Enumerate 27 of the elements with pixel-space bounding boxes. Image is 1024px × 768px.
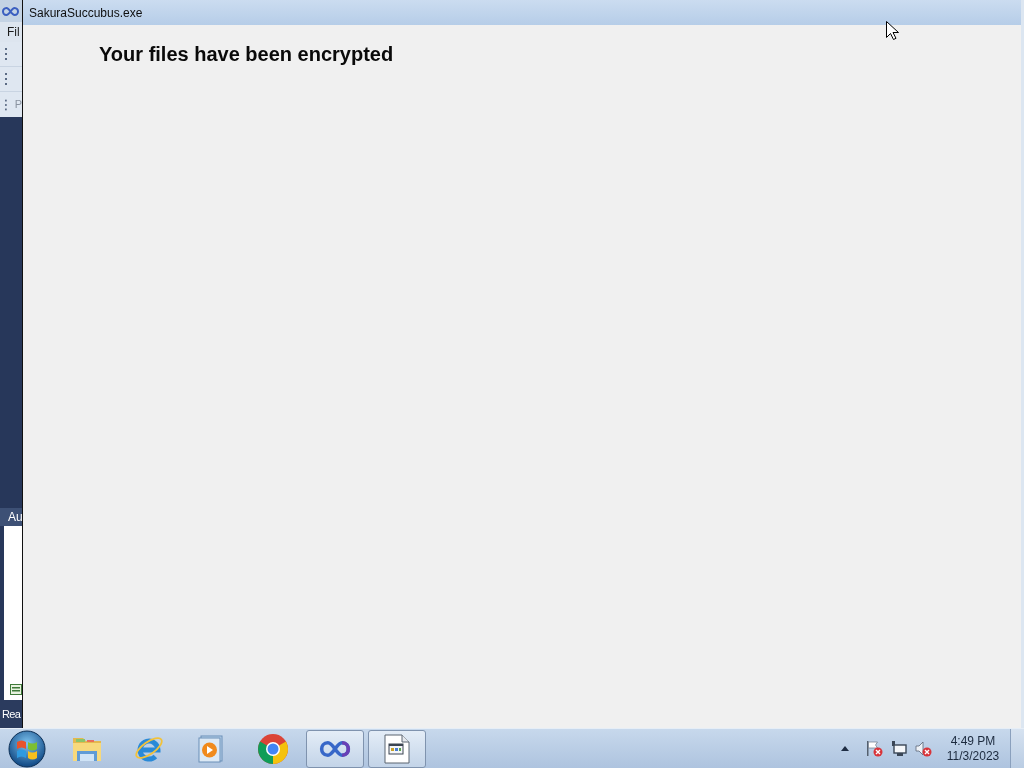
document-window-icon xyxy=(384,733,410,764)
infinity-icon xyxy=(2,6,19,16)
clock-date[interactable]: 11/3/2023 xyxy=(946,748,1000,764)
grip-icon[interactable] xyxy=(5,48,8,60)
toolbar-label: P xyxy=(14,98,22,111)
monitor-icon[interactable] xyxy=(891,741,907,756)
taskbar-button[interactable] xyxy=(368,729,426,768)
infinity-icon xyxy=(319,740,351,757)
menu-item[interactable]: Fil xyxy=(7,25,20,39)
taskbar-button[interactable] xyxy=(306,729,364,768)
show-desktop-button[interactable] xyxy=(1010,728,1024,768)
speaker-x-icon[interactable] xyxy=(915,740,932,757)
grip-icon[interactable] xyxy=(5,98,8,111)
start-button[interactable] xyxy=(7,729,47,768)
round-logo-icon xyxy=(257,732,289,765)
panel-title: Au xyxy=(8,510,23,524)
play-icon xyxy=(198,734,224,763)
heading: Your files have been encrypted xyxy=(99,43,394,65)
window-title: SakuraSuccubus.exe xyxy=(29,5,143,20)
flag-x-icon[interactable] xyxy=(866,740,883,757)
caret-up-icon[interactable] xyxy=(841,746,849,751)
status-text: Rea xyxy=(2,707,21,721)
grip-icon[interactable] xyxy=(5,73,8,85)
mouse-pointer-icon xyxy=(886,21,899,40)
grid-icon xyxy=(10,684,22,695)
windows-logo-icon xyxy=(8,729,46,768)
clock-time[interactable]: 4:49 PM xyxy=(950,733,996,749)
